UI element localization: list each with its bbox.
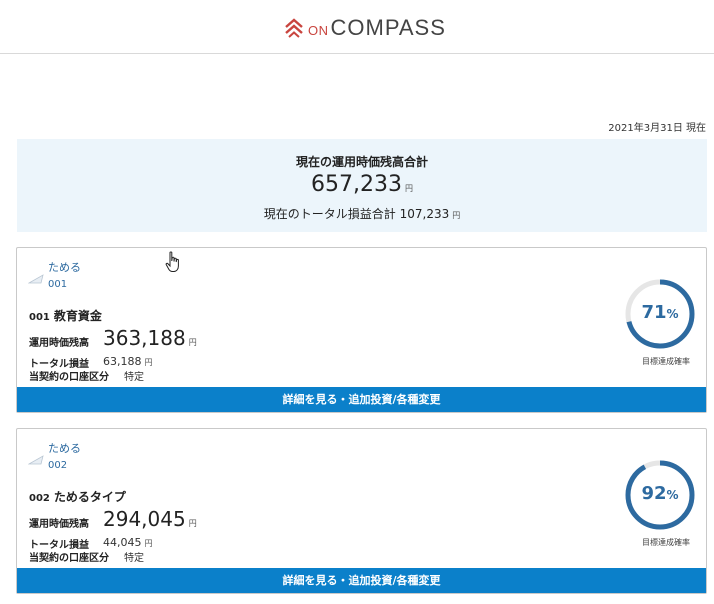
oncompass-logo[interactable]: ON COMPASS [284, 14, 446, 42]
market-value-unit: 円 [188, 519, 197, 528]
achievement-percent: 71% [624, 302, 696, 323]
logo-compass-text: COMPASS [330, 15, 446, 40]
total-pl-unit: 円 [144, 358, 153, 367]
total-pl-unit: 円 [144, 539, 153, 548]
market-value: 294,045 円 [103, 507, 197, 531]
account-type-label: 当契約の口座区分 [29, 553, 109, 564]
view-details-button[interactable]: 詳細を見る・追加投資/各種変更 [17, 387, 706, 412]
goal-number: 002 [29, 493, 50, 504]
summary-pl-label: 現在のトータル損益合計 [263, 207, 396, 221]
market-value-amount: 294,045 [103, 507, 186, 531]
market-value-amount: 363,188 [103, 326, 186, 350]
market-value-label: 運用時価残高 [29, 338, 89, 349]
percent-sign: % [666, 307, 679, 321]
market-value-label: 運用時価残高 [29, 519, 89, 530]
hand-pointer-cursor-icon [165, 251, 179, 272]
achievement-percent-value: 92 [641, 483, 667, 504]
total-pl-amount: 63,188 [103, 355, 142, 368]
goal-name: 001 教育資金 [29, 307, 102, 324]
goal-name: 002 ためるタイプ [29, 488, 126, 505]
goal-name-text: 教育資金 [53, 309, 102, 323]
achievement-caption: 目標達成確率 [642, 357, 690, 366]
goal-name-text: ためるタイプ [53, 490, 126, 504]
chevron-up-logo-icon [285, 18, 303, 38]
summary-amount: 657,233 円 [17, 172, 707, 197]
market-value-unit: 円 [188, 338, 197, 347]
total-pl: 63,188 円 [103, 355, 153, 368]
account-type-label: 当契約の口座区分 [29, 372, 109, 383]
portfolio-summary: 現在の運用時価残高合計 657,233 円 現在のトータル損益合計 107,233… [17, 139, 707, 232]
goal-type-tag: ためる [48, 261, 81, 274]
summary-pl-unit: 円 [452, 211, 461, 220]
summary-total-pl: 現在のトータル損益合計 107,233 円 [17, 205, 707, 222]
view-details-button[interactable]: 詳細を見る・追加投資/各種変更 [17, 568, 706, 593]
total-pl-amount: 44,045 [103, 536, 142, 549]
as-of-date: 2021年3月31日 現在 [608, 123, 706, 134]
logo-on-text: ON [308, 22, 329, 38]
goal-number: 001 [29, 312, 50, 323]
market-value: 363,188 円 [103, 326, 197, 350]
summary-title: 現在の運用時価残高合計 [295, 155, 428, 169]
total-pl: 44,045 円 [103, 536, 153, 549]
account-type-value: 特定 [124, 553, 144, 564]
summary-pl-value: 107,233 [399, 207, 450, 221]
achievement-percent: 92% [624, 483, 696, 504]
pennant-icon [28, 274, 44, 284]
app-header: ON COMPASS [0, 0, 714, 54]
goal-code: 002 [48, 460, 68, 471]
goal-code: 001 [48, 279, 68, 290]
pennant-icon [28, 455, 44, 465]
percent-sign: % [666, 488, 679, 502]
summary-amount-unit: 円 [404, 184, 413, 193]
achievement-caption: 目標達成確率 [642, 538, 690, 547]
goal-card: ためる 001 001 教育資金 運用時価残高 363,188 円 トータル損益 6… [16, 247, 707, 413]
summary-amount-value: 657,233 [311, 172, 402, 197]
account-type-value: 特定 [124, 372, 144, 383]
goal-card: ためる 002 002 ためるタイプ 運用時価残高 294,045 円 トータル損益… [16, 428, 707, 594]
goal-type-tag: ためる [48, 442, 81, 455]
achievement-percent-value: 71 [641, 302, 667, 323]
